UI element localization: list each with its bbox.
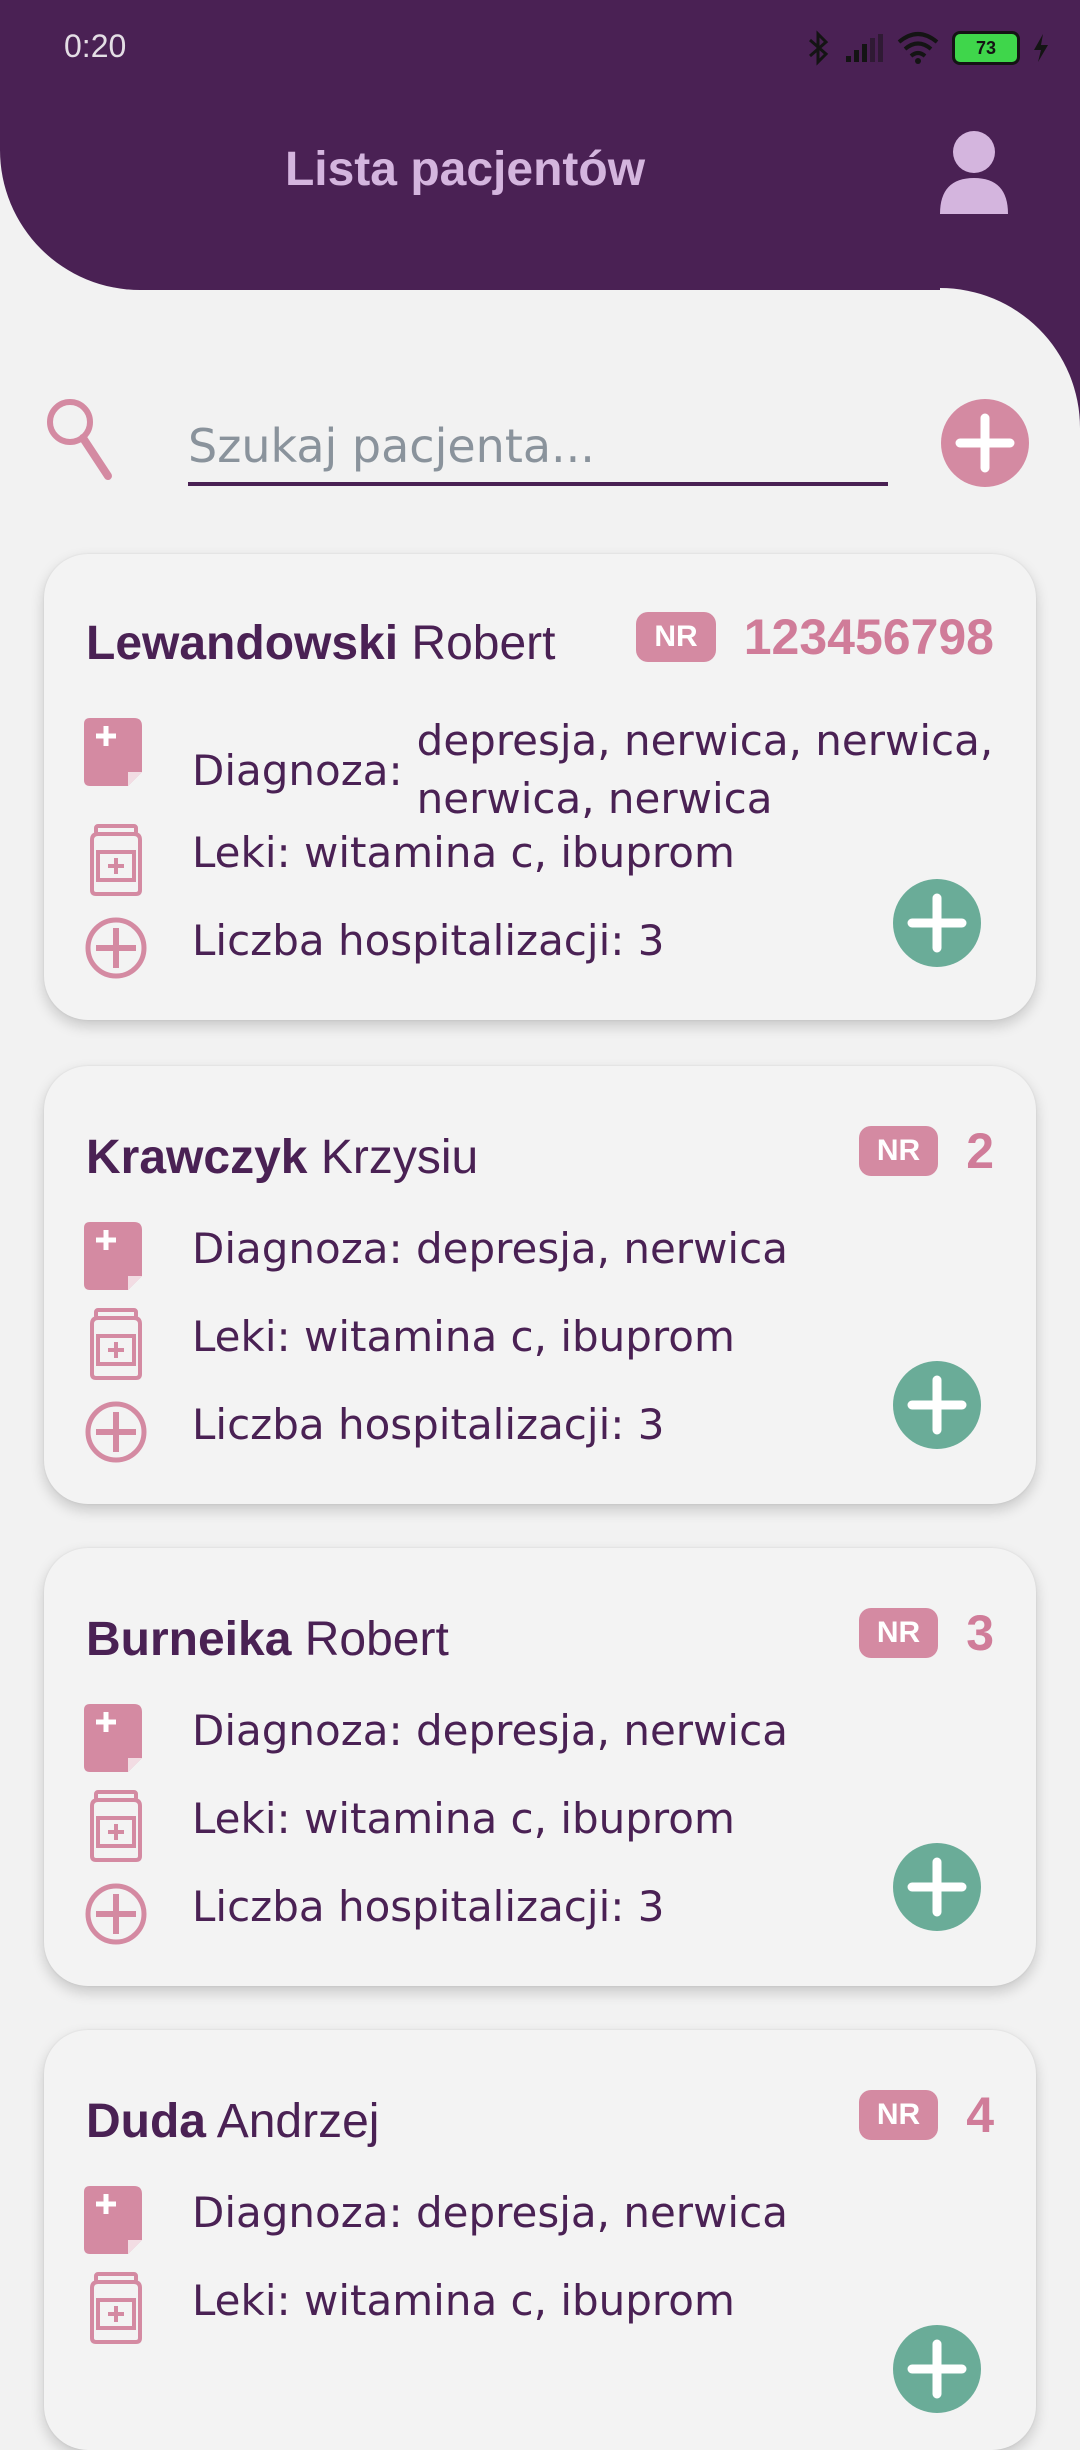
hospitalizations-label: Liczba hospitalizacji: bbox=[192, 916, 625, 965]
hospital-plus-icon bbox=[85, 1883, 147, 1945]
hospitalizations-label: Liczba hospitalizacji: bbox=[192, 1882, 625, 1931]
medicine-jar-icon bbox=[90, 2272, 142, 2344]
add-visit-button[interactable] bbox=[892, 2324, 982, 2414]
patient-surname: Duda bbox=[86, 2095, 206, 2148]
patient-name: Burneika Robert bbox=[86, 1612, 449, 1667]
battery-indicator: 73 bbox=[952, 31, 1020, 65]
diagnosis-value: depresja, nerwica bbox=[416, 1706, 788, 1755]
meds-row: Leki: witamina c, ibuprom bbox=[84, 2272, 735, 2344]
diagnosis-label: Diagnoza: bbox=[192, 746, 403, 795]
patient-number: NR 2 bbox=[858, 1122, 994, 1180]
patient-name: Duda Andrzej bbox=[86, 2094, 379, 2149]
meds-value: witamina c, ibuprom bbox=[304, 1312, 735, 1361]
status-time: 0:20 bbox=[64, 28, 127, 64]
hospitalizations-value: 3 bbox=[637, 1882, 665, 1931]
patient-surname: Lewandowski bbox=[86, 617, 399, 670]
patient-surname: Krawczyk bbox=[86, 1131, 308, 1184]
signal-icon bbox=[846, 34, 883, 62]
user-icon bbox=[953, 131, 995, 173]
page-title: Lista pacjentów bbox=[284, 143, 646, 196]
diagnosis-value: depresja, nerwica bbox=[416, 1224, 788, 1273]
meds-label: Leki: bbox=[192, 828, 291, 877]
bluetooth-icon bbox=[809, 30, 829, 66]
patient-name: Krawczyk Krzysiu bbox=[86, 1130, 478, 1185]
add-visit-button[interactable] bbox=[892, 1360, 982, 1450]
meds-label: Leki: bbox=[192, 1794, 291, 1843]
diagnosis-line: nerwica, nerwica bbox=[416, 774, 773, 823]
medicine-jar-icon bbox=[90, 1790, 142, 1862]
meds-row: Leki: witamina c, ibuprom bbox=[84, 1308, 735, 1380]
hospitalizations-row: Liczba hospitalizacji: 3 bbox=[84, 912, 664, 984]
meds-value: witamina c, ibuprom bbox=[304, 828, 735, 877]
patient-first-name: Andrzej bbox=[216, 2095, 380, 2148]
medical-file-icon bbox=[84, 1704, 142, 1772]
diagnosis-values: depresja, nerwica, nerwica, nerwica, ner… bbox=[417, 712, 997, 828]
patient-first-name: Robert bbox=[304, 1613, 449, 1666]
charging-icon bbox=[1034, 34, 1048, 62]
diagnosis-label: Diagnoza: bbox=[192, 1224, 403, 1273]
hospitalizations-value: 3 bbox=[637, 916, 665, 965]
meds-row: Leki: witamina c, ibuprom bbox=[84, 824, 735, 896]
patient-card[interactable]: Duda Andrzej NR 4 Diagnoza: depresja, ne… bbox=[44, 2030, 1036, 2450]
app-header: 0:20 73 Lista pacjentów bbox=[0, 0, 1080, 290]
status-icons: 73 bbox=[806, 26, 1050, 70]
wifi-icon bbox=[897, 32, 939, 64]
add-visit-button[interactable] bbox=[892, 1842, 982, 1932]
nr-badge: NR bbox=[858, 1608, 939, 1658]
patient-nr-value: 4 bbox=[966, 2087, 994, 2143]
hospital-plus-icon bbox=[85, 917, 147, 979]
diagnosis-label: Diagnoza: bbox=[192, 2188, 403, 2237]
search-icon[interactable] bbox=[44, 396, 116, 482]
patient-nr-value: 123456798 bbox=[743, 609, 994, 665]
medical-file-icon bbox=[84, 718, 142, 786]
meds-value: witamina c, ibuprom bbox=[304, 1794, 735, 1843]
diagnosis-row: Diagnoza: depresja, nerwica bbox=[84, 1220, 788, 1292]
patient-name: Lewandowski Robert bbox=[86, 616, 556, 671]
hospitalizations-row: Liczba hospitalizacji: 3 bbox=[84, 1878, 664, 1950]
diagnosis-label: Diagnoza: bbox=[192, 1706, 403, 1755]
nr-badge: NR bbox=[636, 612, 716, 662]
meds-label: Leki: bbox=[192, 1312, 291, 1361]
meds-label: Leki: bbox=[192, 2276, 291, 2325]
search-input[interactable] bbox=[188, 410, 888, 486]
nr-badge: NR bbox=[858, 1126, 939, 1176]
patient-nr-value: 3 bbox=[966, 1605, 994, 1661]
diagnosis-row: Diagnoza: depresja, nerwica, nerwica, ne… bbox=[84, 716, 997, 828]
patient-number: NR 3 bbox=[858, 1604, 994, 1662]
diagnosis-line: depresja, nerwica, nerwica, bbox=[416, 716, 994, 765]
meds-row: Leki: witamina c, ibuprom bbox=[84, 1790, 735, 1862]
add-patient-button[interactable] bbox=[940, 398, 1030, 488]
diagnosis-row: Diagnoza: depresja, nerwica bbox=[84, 1702, 788, 1774]
patient-first-name: Krzysiu bbox=[320, 1131, 479, 1184]
patient-card[interactable]: Krawczyk Krzysiu NR 2 Diagnoza: depresja… bbox=[44, 1066, 1036, 1504]
nr-badge: NR bbox=[858, 2090, 939, 2140]
patient-number: NR 4 bbox=[858, 2086, 994, 2144]
patient-nr-value: 2 bbox=[966, 1123, 994, 1179]
hospitalizations-label: Liczba hospitalizacji: bbox=[192, 1400, 625, 1449]
patient-surname: Burneika bbox=[86, 1613, 292, 1666]
medical-file-icon bbox=[84, 1222, 142, 1290]
patient-card[interactable]: Burneika Robert NR 3 Diagnoza: depresja,… bbox=[44, 1548, 1036, 1986]
diagnosis-row: Diagnoza: depresja, nerwica bbox=[84, 2184, 788, 2256]
medical-file-icon bbox=[84, 2186, 142, 2254]
user-profile-button[interactable] bbox=[938, 128, 1010, 216]
medicine-jar-icon bbox=[90, 1308, 142, 1380]
hospital-plus-icon bbox=[85, 1401, 147, 1463]
medicine-jar-icon bbox=[90, 824, 142, 896]
meds-value: witamina c, ibuprom bbox=[304, 2276, 735, 2325]
patient-number: NR 123456798 bbox=[636, 608, 994, 666]
add-visit-button[interactable] bbox=[892, 878, 982, 968]
diagnosis-value: depresja, nerwica bbox=[416, 2188, 788, 2237]
patient-card[interactable]: Lewandowski Robert NR 123456798 Diagnoza… bbox=[44, 554, 1036, 1020]
hospitalizations-value: 3 bbox=[637, 1400, 665, 1449]
patient-first-name: Robert bbox=[411, 617, 556, 670]
hospitalizations-row: Liczba hospitalizacji: 3 bbox=[84, 1396, 664, 1468]
